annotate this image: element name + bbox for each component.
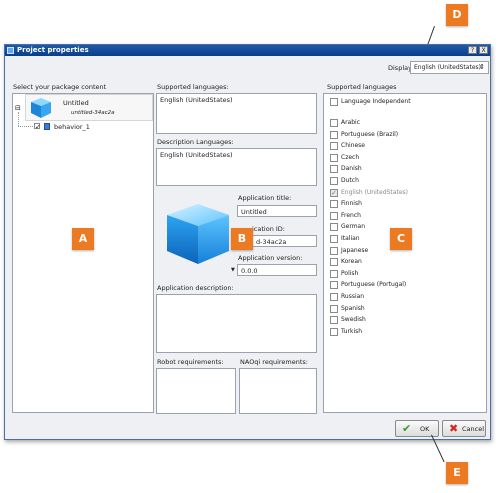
language-label: Portuguese (Brazil) <box>341 130 399 138</box>
language-label: Portuguese (Portugal) <box>341 281 407 289</box>
icon-dropdown-arrow-icon[interactable]: ▼ <box>231 267 235 273</box>
project-id: untitled-34ac2a <box>71 110 115 116</box>
language-label: Chinese <box>341 142 365 150</box>
language-label: Danish <box>341 165 362 173</box>
tree-expander-icon[interactable]: ⊟ <box>15 104 21 112</box>
language-checkbox[interactable]: ✓ <box>330 188 338 197</box>
ok-check-icon: ✔ <box>402 422 412 435</box>
ok-button-label: OK <box>420 425 430 433</box>
language-checkbox[interactable] <box>330 246 338 255</box>
language-label: Swedish <box>341 316 366 324</box>
supported-languages-value: English (UnitedStates) <box>160 96 233 104</box>
language-label: Turkish <box>341 327 363 335</box>
language-label: French <box>341 211 361 219</box>
package-content-tree[interactable]: ⊟ Untitled untitled-34ac2a ✓ behavior_1 <box>12 93 154 413</box>
language-checkbox[interactable] <box>330 177 338 185</box>
language-independent-label: Language Independent <box>341 98 411 105</box>
description-languages-value: English (UnitedStates) <box>160 151 233 159</box>
app-title-input[interactable]: Untitled <box>237 205 317 217</box>
supported-languages-box: English (UnitedStates) <box>156 93 317 134</box>
language-label: German <box>341 223 366 231</box>
application-icon[interactable] <box>163 201 234 267</box>
language-checkbox[interactable] <box>330 130 338 139</box>
language-label: Dutch <box>341 177 359 184</box>
language-label: Italian <box>341 235 360 242</box>
language-label: Czech <box>341 153 360 161</box>
description-languages-label: Description Languages: <box>157 138 234 146</box>
app-icon <box>7 47 14 54</box>
cancel-x-icon: ✖ <box>449 422 459 435</box>
package-content-heading: Select your package content <box>13 83 107 91</box>
behavior-icon <box>44 123 50 130</box>
language-checkbox[interactable] <box>330 269 338 278</box>
callout-a-badge: A <box>72 228 94 250</box>
title-bar: Project properties ? X <box>5 45 490 56</box>
callout-b-badge: B <box>231 228 253 250</box>
callout-c-badge: C <box>390 228 412 250</box>
callout-d-badge: D <box>446 4 468 26</box>
tree-connector <box>18 112 19 126</box>
language-checkbox[interactable] <box>330 200 338 209</box>
project-node[interactable]: Untitled untitled-34ac2a <box>25 94 153 121</box>
language-independent-checkbox[interactable] <box>330 98 338 106</box>
app-title-label: Application title: <box>238 194 292 202</box>
language-checkbox[interactable] <box>330 327 338 336</box>
language-checkbox[interactable] <box>330 304 338 313</box>
callout-e-badge: E <box>446 462 468 484</box>
language-checkbox[interactable] <box>330 165 338 174</box>
right-supported-languages-heading: Supported languages <box>327 83 397 91</box>
project-cube-icon <box>30 97 52 119</box>
app-id-label: ication ID: <box>252 225 285 233</box>
language-checkbox[interactable] <box>330 119 338 127</box>
app-version-label: Application version: <box>238 254 303 262</box>
behavior-checkbox[interactable]: ✓ <box>34 123 41 131</box>
language-label: Arabic <box>341 119 361 126</box>
supported-languages-label: Supported languages: <box>157 83 229 91</box>
language-checkbox[interactable] <box>330 211 338 220</box>
naoqi-requirements-label: NAOqi requirements: <box>240 358 308 366</box>
help-button[interactable]: ? <box>468 46 477 54</box>
language-label: Japanese <box>341 246 369 254</box>
app-description-input[interactable] <box>156 294 317 353</box>
language-checkbox[interactable] <box>330 293 338 301</box>
displayed-language-select[interactable]: English (UnitedStates) ⇕ <box>410 61 489 74</box>
spinner-arrows-icon: ⇕ <box>479 63 485 71</box>
behavior-name: behavior_1 <box>54 123 90 131</box>
app-description-label: Application description: <box>157 284 234 292</box>
language-checkbox[interactable] <box>330 281 338 290</box>
language-checkbox[interactable] <box>330 235 338 243</box>
language-label: Polish <box>341 269 359 277</box>
supported-languages-panel: Language Independent Arabic Portuguese (B… <box>323 93 487 413</box>
naoqi-requirements-box[interactable] <box>239 368 317 414</box>
language-label: Finnish <box>341 200 362 208</box>
language-label: English (UnitedStates) <box>341 188 408 196</box>
language-checkbox[interactable] <box>330 153 338 162</box>
language-label: Korean <box>341 258 362 266</box>
language-checkbox[interactable] <box>330 316 338 325</box>
robot-requirements-label: Robot requirements: <box>157 358 224 366</box>
ok-button[interactable]: ✔ OK <box>395 420 439 437</box>
description-languages-box: English (UnitedStates) <box>156 148 317 186</box>
displayed-language-value: English (UnitedStates) <box>414 64 481 71</box>
language-label: Spanish <box>341 304 365 312</box>
cancel-button-label: Cancel <box>462 425 485 433</box>
tree-connector-horizontal <box>18 126 33 127</box>
language-checkbox[interactable] <box>330 142 338 151</box>
language-checkbox[interactable] <box>330 258 338 267</box>
close-button[interactable]: X <box>479 46 488 54</box>
project-name: Untitled <box>63 99 89 107</box>
cancel-button[interactable]: ✖ Cancel <box>442 420 486 437</box>
robot-requirements-box[interactable] <box>156 368 236 414</box>
window-title: Project properties <box>17 46 89 54</box>
language-label: Russian <box>341 293 365 300</box>
app-version-input[interactable]: 0.0.0 <box>237 264 317 276</box>
language-checkbox[interactable] <box>330 223 338 232</box>
